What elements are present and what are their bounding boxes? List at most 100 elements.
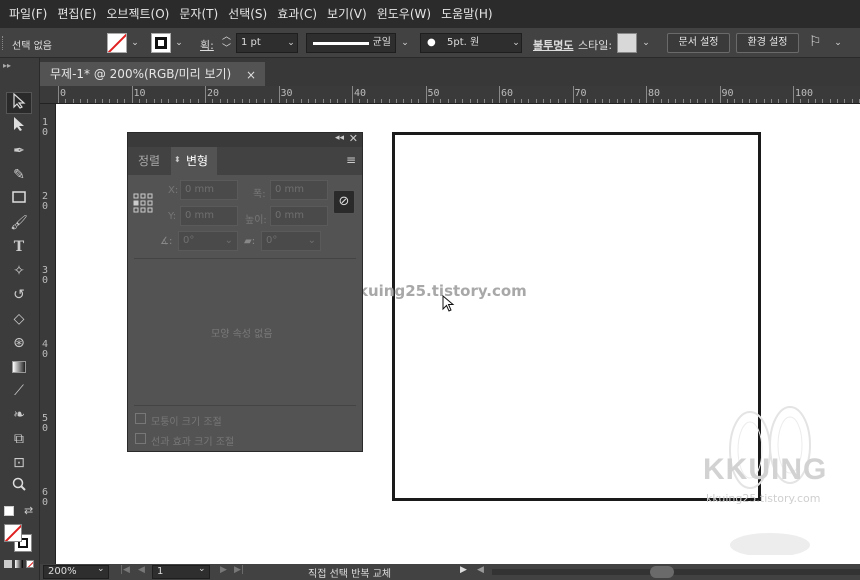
- stroke-weight-label: 획:: [200, 39, 214, 52]
- scrollbar-thumb[interactable]: [650, 566, 674, 578]
- puppet-warp-tool-icon[interactable]: ⊛: [6, 332, 32, 354]
- selection-tool-icon[interactable]: [6, 92, 32, 114]
- paintbrush-tool-icon[interactable]: 🖌: [6, 212, 32, 234]
- color-mode-icon[interactable]: [4, 560, 12, 568]
- next-artboard-icon[interactable]: ▶: [220, 565, 227, 575]
- ruler-tick: [65, 99, 67, 103]
- scale-strokes-checkbox[interactable]: [135, 433, 146, 444]
- eyedropper-tool-icon[interactable]: ⟋: [6, 380, 32, 402]
- horizontal-scrollbar[interactable]: [492, 566, 860, 578]
- tab-transform[interactable]: ⬍ 변형: [171, 147, 217, 175]
- rotate-tool-icon[interactable]: ↺: [6, 284, 32, 306]
- curvature-tool-icon[interactable]: ✎: [6, 164, 32, 186]
- gradient-tool-icon[interactable]: [6, 356, 32, 378]
- chevron-down-icon[interactable]: ⌄: [398, 36, 412, 50]
- horizontal-ruler[interactable]: 0 10 20 30 40 50 60 70 80 90 100: [40, 86, 860, 104]
- close-icon[interactable]: ✕: [349, 132, 358, 145]
- menu-item[interactable]: 편집(E): [52, 0, 101, 28]
- height-label: 높이:: [245, 215, 267, 226]
- ruler-label: 3 0: [42, 265, 49, 286]
- document-setup-button[interactable]: 문서 설정: [667, 33, 730, 53]
- menu-item[interactable]: 도움말(H): [436, 0, 498, 28]
- ruler-label: 60: [501, 88, 514, 99]
- menu-item[interactable]: 윈도우(W): [372, 0, 436, 28]
- y-field[interactable]: 0 mm: [180, 206, 238, 226]
- chevron-down-icon[interactable]: ⌄: [97, 564, 105, 574]
- opacity-link[interactable]: 불투명도: [533, 37, 573, 53]
- ruler-tick: [58, 86, 59, 103]
- ruler-tick: [484, 99, 486, 103]
- gradient-mode-icon[interactable]: [15, 560, 23, 568]
- previous-artboard-icon[interactable]: ◀: [138, 565, 145, 575]
- chevron-down-icon[interactable]: ⌄: [128, 36, 142, 50]
- last-artboard-icon[interactable]: ▶|: [234, 565, 244, 575]
- expand-arrows-icon[interactable]: ▸▸: [3, 61, 11, 70]
- chevron-down-icon[interactable]: ⌄: [198, 564, 206, 574]
- scroll-left-icon[interactable]: ◀: [477, 565, 484, 575]
- ruler-tick: [454, 99, 456, 103]
- default-colors-icon[interactable]: [4, 506, 14, 516]
- menu-item[interactable]: 보기(V): [322, 0, 372, 28]
- scale-corners-checkbox[interactable]: [135, 413, 146, 424]
- width-field[interactable]: 0 mm: [270, 180, 328, 200]
- magic-wand-tool-icon[interactable]: ✧: [6, 260, 32, 282]
- zoom-tool-icon[interactable]: [6, 476, 32, 498]
- shape-builder-tool-icon[interactable]: ⧉: [6, 428, 32, 450]
- chevron-down-icon[interactable]: ⌄: [172, 36, 186, 50]
- rotate-field[interactable]: 0° ⌄: [178, 231, 238, 251]
- menu-item[interactable]: 효과(C): [272, 0, 322, 28]
- ruler-tick: [807, 99, 809, 103]
- menu-item[interactable]: 파일(F): [4, 0, 52, 28]
- blend-tool-icon[interactable]: ❧: [6, 404, 32, 426]
- tab-align[interactable]: 정렬: [138, 147, 160, 175]
- ruler-tick: [476, 99, 478, 103]
- swap-colors-icon[interactable]: ⇄: [24, 504, 33, 517]
- reference-point-icon[interactable]: [133, 193, 153, 213]
- chevron-down-icon[interactable]: ⌄: [639, 36, 653, 50]
- eraser-tool-icon[interactable]: ◇: [6, 308, 32, 330]
- status-menu-arrow-icon[interactable]: ▶: [460, 565, 467, 575]
- ruler-tick: [212, 99, 214, 103]
- chevron-down-icon[interactable]: ⌄: [284, 36, 298, 50]
- ruler-tick: [87, 99, 89, 103]
- menu-item[interactable]: 선택(S): [223, 0, 272, 28]
- panel-title-bar[interactable]: ◂◂ ✕: [128, 132, 362, 147]
- shear-field[interactable]: 0° ⌄: [261, 231, 321, 251]
- stepper-arrows-icon[interactable]: ︿ ﹀: [222, 31, 231, 55]
- brush-definition[interactable]: ● 5pt. 원: [420, 33, 522, 53]
- ruler-tick: [440, 99, 442, 103]
- ruler-tick: [631, 99, 633, 103]
- ruler-label: 100: [795, 88, 814, 99]
- variable-width-profile[interactable]: 균일: [306, 33, 396, 53]
- x-field[interactable]: 0 mm: [180, 180, 238, 200]
- constrain-link-icon[interactable]: ⊘: [333, 190, 355, 214]
- artboard-tool-icon[interactable]: ⊡: [6, 452, 32, 474]
- none-mode-icon[interactable]: [26, 560, 34, 568]
- stroke-swatch[interactable]: [151, 33, 171, 53]
- rectangle-tool-icon[interactable]: [6, 188, 32, 210]
- pen-tool-icon[interactable]: ✒: [6, 140, 32, 162]
- arrange-documents-icon[interactable]: ⚐: [809, 34, 822, 50]
- fill-color-icon[interactable]: [4, 524, 22, 542]
- ruler-tick: [756, 99, 758, 103]
- collapse-icon[interactable]: ◂◂: [335, 133, 344, 143]
- chevron-down-icon[interactable]: ⌄: [509, 36, 523, 50]
- divider: [134, 258, 356, 259]
- height-field[interactable]: 0 mm: [270, 206, 328, 226]
- ruler-tick: [432, 99, 434, 103]
- type-tool-icon[interactable]: T: [6, 236, 32, 258]
- ruler-tick: [616, 99, 618, 103]
- document-tab[interactable]: 무제-1* @ 200%(RGB/미리 보기): [40, 62, 265, 86]
- graphic-style-swatch[interactable]: [617, 33, 637, 53]
- menu-item[interactable]: 문자(T): [174, 0, 223, 28]
- preferences-button[interactable]: 환경 설정: [736, 33, 799, 53]
- first-artboard-icon[interactable]: |◀: [120, 565, 130, 575]
- menu-item[interactable]: 오브젝트(O): [101, 0, 174, 28]
- close-icon[interactable]: ×: [246, 68, 256, 82]
- direct-selection-tool-icon[interactable]: [6, 116, 32, 138]
- chevron-down-icon[interactable]: ⌄: [831, 36, 845, 50]
- vertical-ruler[interactable]: 1 0 2 0 3 0 4 0 5 0 6 0: [40, 104, 56, 564]
- panel-menu-icon[interactable]: ≡: [346, 153, 356, 167]
- fill-swatch-none[interactable]: [107, 33, 127, 53]
- tab-transform-label: 변형: [186, 154, 209, 168]
